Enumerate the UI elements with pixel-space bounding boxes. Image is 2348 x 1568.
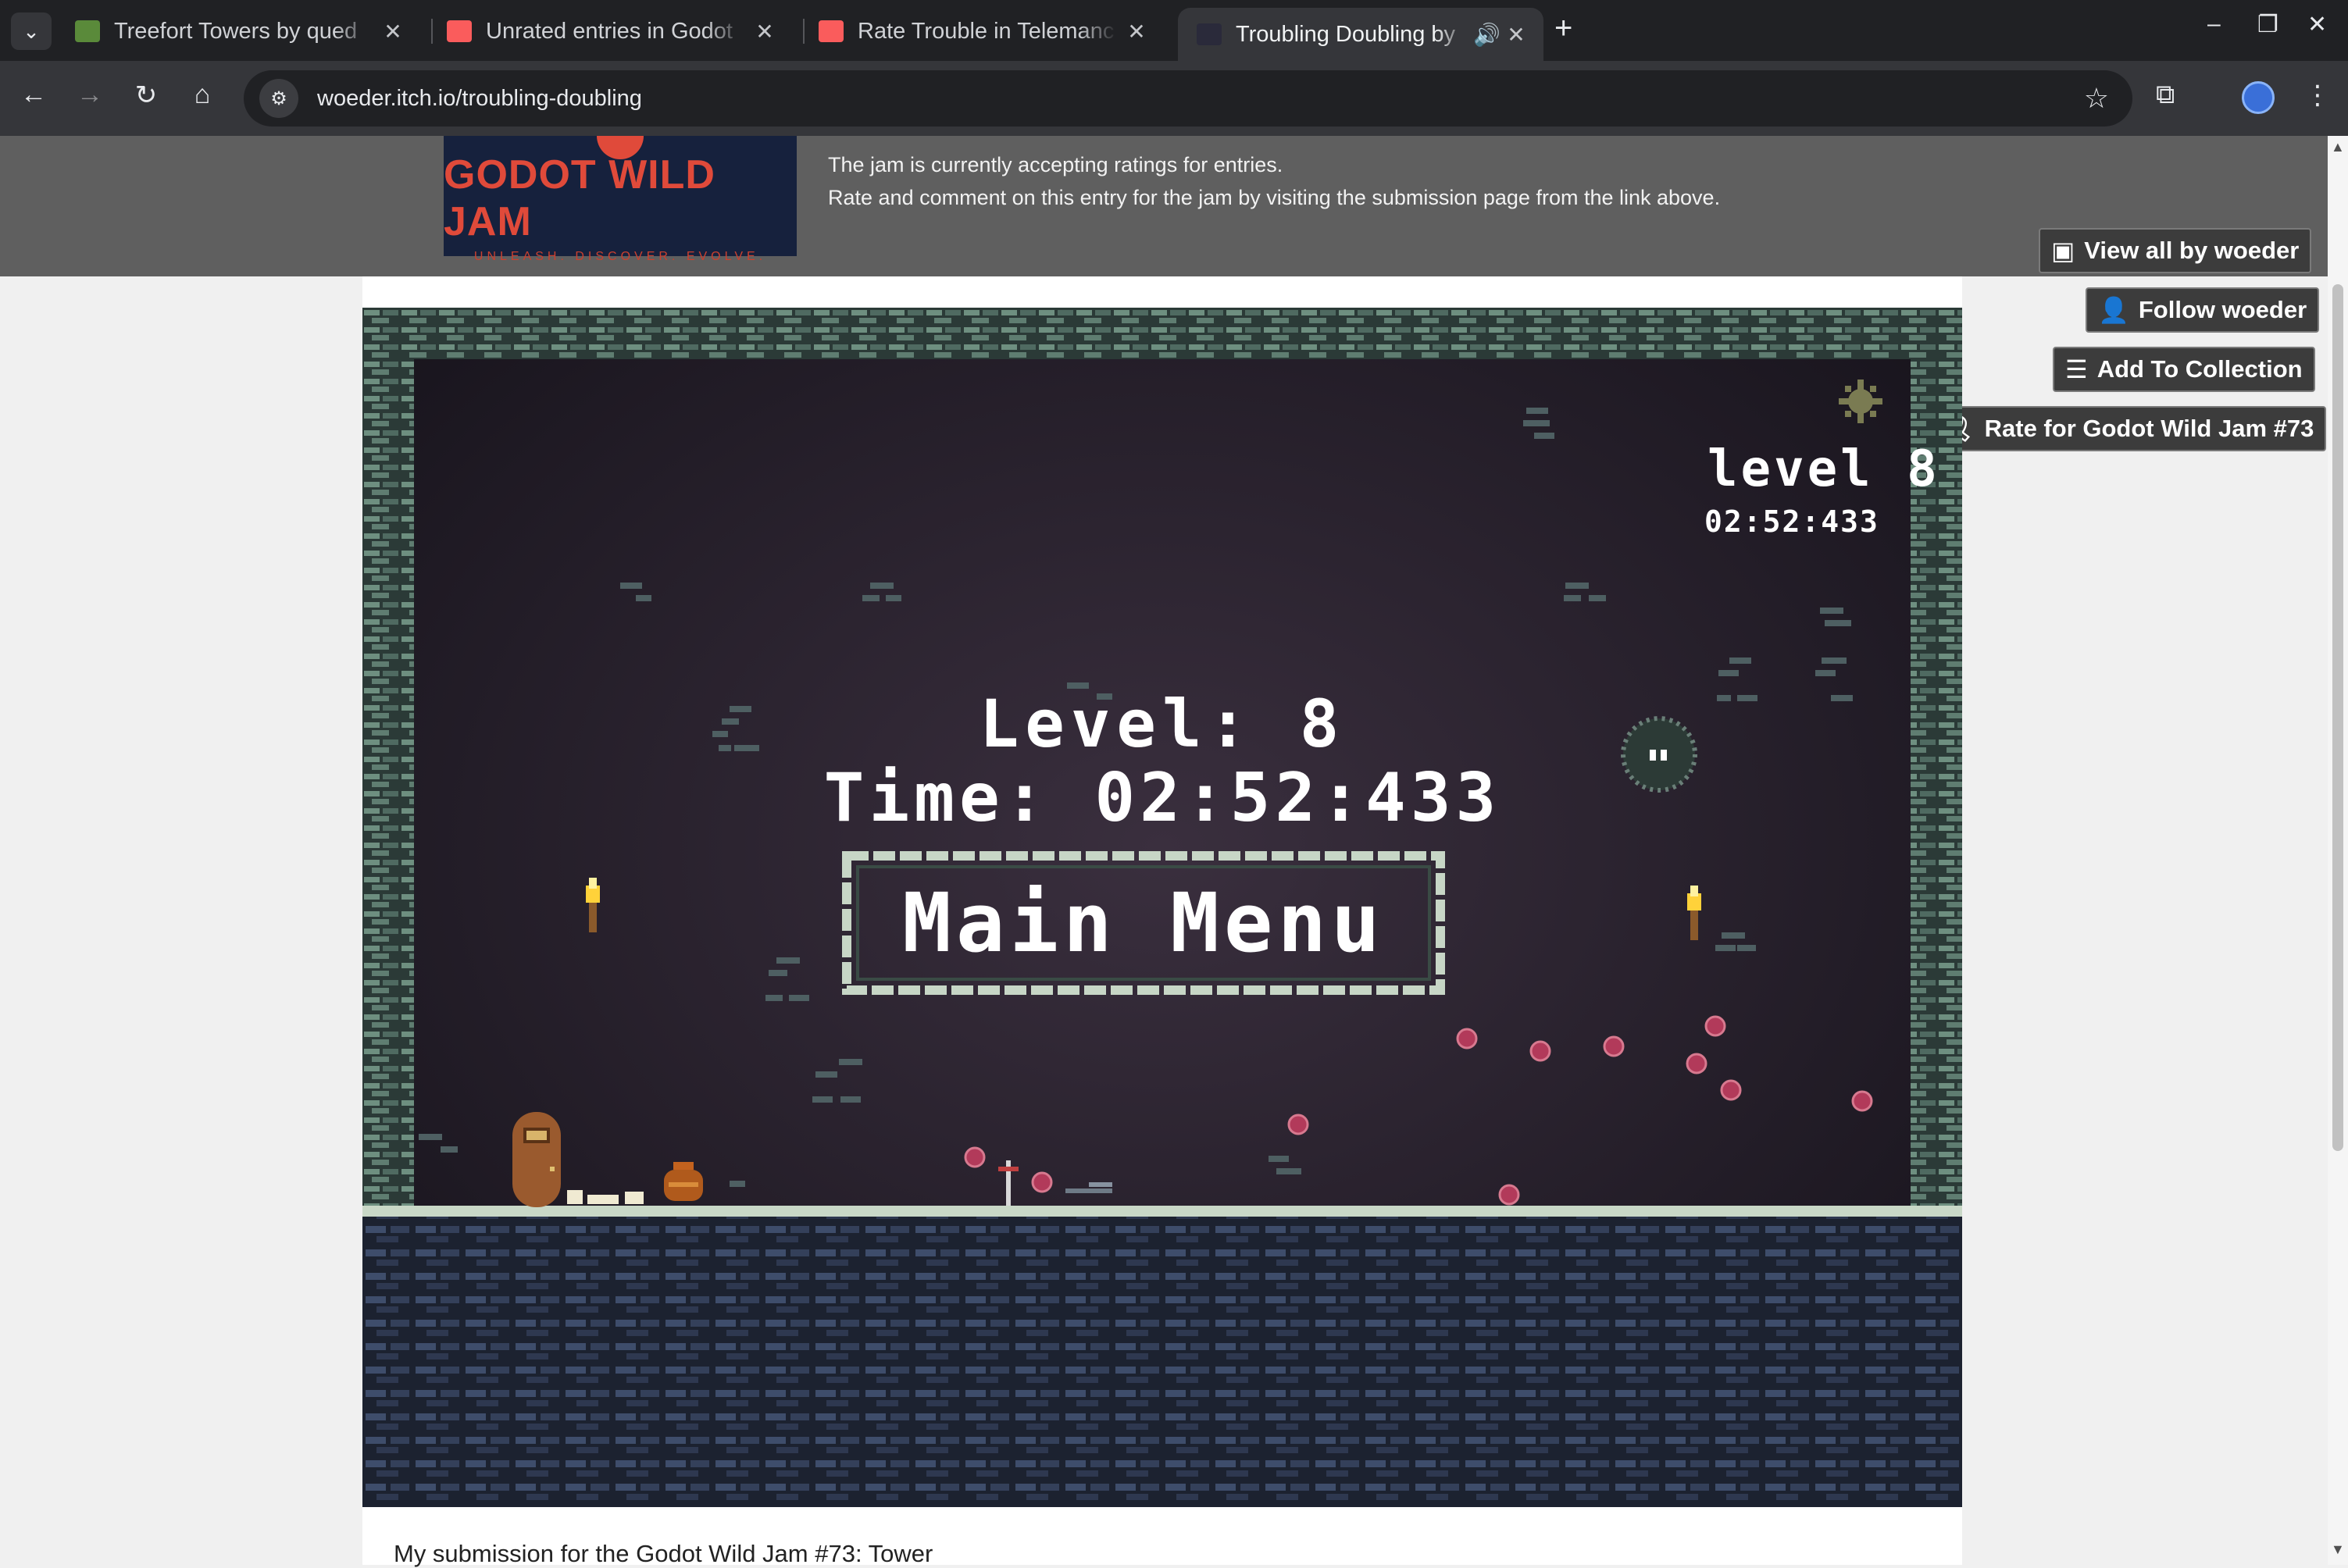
restore-button[interactable]: ❐: [2257, 11, 2278, 38]
jam-logo[interactable]: GODOT WILD JAM UNLEASH. DISCOVER. EVOLVE…: [444, 136, 797, 263]
rate-for-jam-button[interactable]: 🎗 Rate for Godot Wild Jam #73: [1931, 406, 2327, 451]
scrollbar-thumb[interactable]: [2332, 284, 2343, 1151]
view-all-label: View all by woeder: [2084, 237, 2300, 264]
tab-title: Unrated entries in Godot: [486, 18, 733, 44]
tab-strip: ⌄ Treefort Towers by qued ✕ Unrated entr…: [0, 0, 2348, 61]
minimize-button[interactable]: –: [2207, 11, 2221, 37]
result-time-text: Time: 02:52:433: [823, 759, 1501, 837]
url-text: woeder.itch.io/troubling-doubling: [317, 85, 642, 111]
close-icon[interactable]: ✕: [1125, 19, 1148, 45]
main-menu-button[interactable]: Main Menu: [847, 856, 1440, 990]
jam-notice-line1: The jam is currently accepting ratings f…: [828, 153, 1283, 176]
tab-title: Rate Trouble in Telemanc: [858, 18, 1115, 44]
new-tab-button[interactable]: +: [1554, 11, 1572, 46]
jam-notice-line2: Rate and comment on this entry for the j…: [828, 186, 1721, 209]
follow-label: Follow woeder: [2138, 296, 2307, 323]
browser-toolbar: ← → ↻ ⌂ ⚙ woeder.itch.io/troubling-doubl…: [0, 61, 2348, 136]
jam-logo-title: GODOT WILD JAM: [444, 152, 715, 244]
add-to-collection-button[interactable]: ☰ Add To Collection: [2053, 347, 2315, 392]
tab-treefort-towers[interactable]: Treefort Towers by qued ✕: [56, 8, 420, 55]
close-icon[interactable]: ✕: [1504, 22, 1528, 48]
rate-label: Rate for Godot Wild Jam #73: [1984, 415, 2314, 442]
scroll-down-icon[interactable]: ▼: [2331, 1541, 2345, 1558]
add-user-icon: 👤: [2098, 296, 2129, 324]
profile-avatar[interactable]: [2242, 81, 2275, 114]
tab-title: Treefort Towers by qued: [114, 18, 358, 44]
game-description: My submission for the Godot Wild Jam #73…: [394, 1540, 933, 1567]
back-button[interactable]: ←: [14, 80, 53, 110]
speaker-icon[interactable]: 🔊: [1473, 22, 1501, 48]
itchio-favicon-icon: [819, 20, 844, 42]
add-collection-label: Add To Collection: [2096, 355, 2303, 383]
scroll-up-icon[interactable]: ▲: [2331, 139, 2345, 155]
hud-timer-label: 02:52:433: [1704, 504, 1879, 539]
close-icon[interactable]: ✕: [753, 19, 776, 45]
site-info-icon[interactable]: ⚙: [259, 79, 298, 118]
close-window-button[interactable]: ✕: [2307, 11, 2327, 38]
jam-notice: The jam is currently accepting ratings f…: [828, 148, 1720, 214]
hud-level-label: level 8: [1707, 440, 1940, 498]
storefront-icon: ▣: [2051, 237, 2075, 265]
jam-logo-tagline: UNLEASH. DISCOVER. EVOLVE.: [473, 250, 767, 263]
close-icon[interactable]: ✕: [381, 19, 405, 45]
itchio-favicon-icon: [447, 20, 472, 42]
tab-troubling-doubling[interactable]: Troubling Doubling by 🔊 ✕: [1178, 8, 1543, 61]
chevron-down-icon: ⌄: [23, 19, 40, 43]
tab-rate-trouble[interactable]: Rate Trouble in Telemanc ✕: [800, 8, 1164, 55]
extensions-icon[interactable]: ⧉: [2156, 80, 2175, 110]
home-button[interactable]: ⌂: [183, 80, 222, 110]
game-favicon-icon: [1197, 23, 1222, 45]
forward-button[interactable]: →: [70, 80, 109, 110]
tab-search-button[interactable]: ⌄: [11, 12, 52, 50]
address-bar[interactable]: ⚙ woeder.itch.io/troubling-doubling ☆: [244, 70, 2132, 127]
tab-title: Troubling Doubling by: [1236, 21, 1456, 47]
reload-button[interactable]: ↻: [127, 80, 166, 111]
game-canvas[interactable]: level 8 02:52:433 Level: 8 Time: 02:52:4…: [362, 308, 1962, 1507]
result-level-text: Level: 8: [979, 686, 1346, 762]
view-all-button[interactable]: ▣ View all by woeder: [2039, 228, 2312, 273]
game-favicon-icon: [75, 20, 100, 42]
add-list-icon: ☰: [2065, 355, 2088, 383]
menu-kebab-icon[interactable]: ⋮: [2304, 80, 2331, 111]
tab-unrated-entries[interactable]: Unrated entries in Godot ✕: [428, 8, 792, 55]
page-scrollbar[interactable]: ▲ ▼: [2328, 136, 2348, 1565]
follow-button[interactable]: 👤 Follow woeder: [2086, 287, 2320, 333]
bookmark-star-icon[interactable]: ☆: [2084, 82, 2109, 115]
